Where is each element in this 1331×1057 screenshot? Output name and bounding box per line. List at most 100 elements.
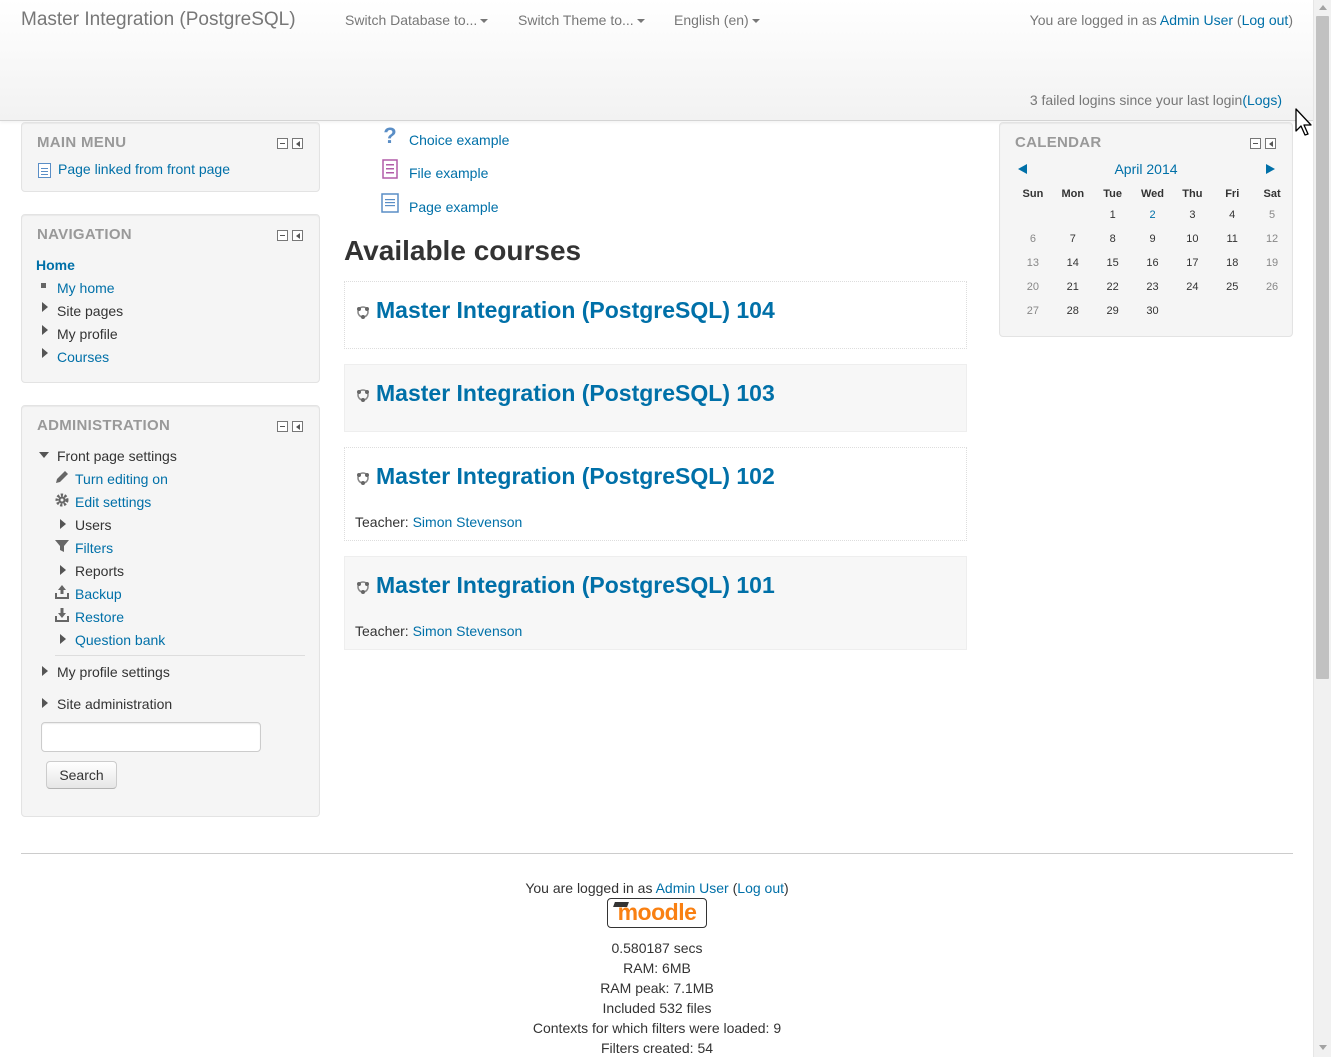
- footer-logout-link[interactable]: Log out: [737, 880, 784, 896]
- site-administration[interactable]: Site administration: [57, 696, 172, 712]
- gear-icon: [55, 493, 69, 507]
- calendar-day: [1252, 299, 1292, 323]
- front-page-settings[interactable]: Front page settings: [57, 448, 177, 464]
- block-title: Main menu: [37, 134, 127, 151]
- perf-stat: RAM: 6MB: [623, 960, 691, 976]
- course-box: Master Integration (PostgreSQL) 102 Teac…: [344, 447, 967, 541]
- calendar-day: [1053, 203, 1093, 227]
- my-profile-settings[interactable]: My profile settings: [57, 664, 170, 680]
- weekday-header: Wed: [1141, 188, 1165, 200]
- expand-arrow-icon[interactable]: [60, 519, 66, 529]
- scroll-up-icon[interactable]: [1319, 5, 1327, 10]
- dock-icon[interactable]: [292, 230, 303, 241]
- minimize-icon[interactable]: [277, 421, 288, 432]
- question-bank-link[interactable]: Question bank: [75, 632, 165, 648]
- backup-link[interactable]: Backup: [75, 586, 122, 602]
- nav-courses-link[interactable]: Courses: [57, 349, 109, 365]
- vertical-scrollbar[interactable]: [1313, 0, 1331, 1057]
- language-menu[interactable]: English (en): [674, 12, 760, 28]
- teacher-label: Teacher:: [355, 623, 413, 639]
- menu-label: Switch Theme to...: [518, 12, 634, 28]
- expand-arrow-icon[interactable]: [42, 698, 48, 708]
- logs-link[interactable]: (Logs): [1242, 92, 1282, 108]
- course-link[interactable]: Master Integration (PostgreSQL) 101: [376, 572, 775, 599]
- teacher-link[interactable]: Simon Stevenson: [413, 623, 523, 639]
- site-name[interactable]: Master Integration (PostgreSQL): [21, 9, 296, 31]
- minimize-icon[interactable]: [1250, 138, 1261, 149]
- users-node[interactable]: Users: [75, 517, 112, 533]
- next-month-icon[interactable]: [1266, 164, 1275, 174]
- turn-editing-on-link[interactable]: Turn editing on: [75, 471, 168, 487]
- calendar-day: 7: [1069, 233, 1076, 245]
- collapse-arrow-icon[interactable]: [39, 452, 49, 458]
- page-example-link[interactable]: Page example: [409, 199, 499, 215]
- footer-login-info: You are logged in as Admin User (Log out…: [525, 880, 789, 896]
- restore-icon: [55, 608, 69, 622]
- course-link[interactable]: Master Integration (PostgreSQL) 103: [376, 380, 775, 407]
- choice-example-link[interactable]: Choice example: [409, 132, 509, 148]
- calendar-week-row: 1 2 3 4 5: [1013, 203, 1292, 227]
- expand-arrow-icon[interactable]: [60, 634, 66, 644]
- calendar-day: 20: [1026, 281, 1040, 293]
- moodle-logo[interactable]: moodle: [607, 898, 707, 928]
- bullet-icon: [41, 283, 46, 288]
- expand-arrow-icon[interactable]: [42, 325, 48, 335]
- file-example-link[interactable]: File example: [409, 165, 488, 181]
- calendar-day: 28: [1066, 305, 1079, 317]
- weekday-header: Fri: [1225, 188, 1240, 200]
- expand-arrow-icon[interactable]: [42, 666, 48, 676]
- expand-arrow-icon[interactable]: [42, 302, 48, 312]
- footer-user-link[interactable]: Admin User: [656, 880, 729, 896]
- weekday-row: Sun Mon Tue Wed Thu Fri Sat: [1013, 185, 1292, 203]
- expand-arrow-icon[interactable]: [60, 565, 66, 575]
- teacher-label: Teacher:: [355, 514, 413, 530]
- calendar-day: 16: [1146, 257, 1159, 269]
- course-teacher: Teacher: Simon Stevenson: [355, 514, 522, 530]
- switch-database-menu[interactable]: Switch Database to...: [345, 12, 489, 28]
- calendar-day: [1013, 203, 1053, 227]
- calendar-day: 29: [1106, 305, 1119, 317]
- page-linked-from-front-page-link[interactable]: Page linked from front page: [58, 161, 230, 177]
- edit-settings-link[interactable]: Edit settings: [75, 494, 151, 510]
- calendar-day: 6: [1029, 233, 1036, 245]
- minimize-icon[interactable]: [277, 230, 288, 241]
- minimize-icon[interactable]: [277, 138, 288, 149]
- user-profile-link[interactable]: Admin User: [1160, 12, 1233, 28]
- search-button[interactable]: Search: [46, 761, 117, 789]
- calendar-week-row: 20 21 22 23 24 25 26: [1013, 275, 1292, 299]
- calendar-day[interactable]: 2: [1133, 203, 1173, 227]
- calendar-day: 18: [1226, 257, 1239, 269]
- calendar-week-row: 27 28 29 30: [1013, 299, 1292, 323]
- available-courses-heading: Available courses: [344, 235, 582, 266]
- admin-search-input[interactable]: [41, 722, 261, 752]
- logout-link[interactable]: Log out: [1242, 12, 1289, 28]
- reports-node[interactable]: Reports: [75, 563, 124, 579]
- course-box: Master Integration (PostgreSQL) 104: [344, 281, 967, 349]
- backup-icon: [55, 585, 69, 599]
- weekday-header: Tue: [1103, 188, 1123, 200]
- nav-home-link[interactable]: Home: [36, 257, 75, 273]
- calendar-day: 24: [1186, 281, 1199, 293]
- weekday-header: Sat: [1263, 188, 1281, 200]
- nav-my-home-link[interactable]: My home: [57, 280, 115, 296]
- restore-link[interactable]: Restore: [75, 609, 124, 625]
- divider: [55, 655, 305, 656]
- scroll-down-icon[interactable]: [1319, 1045, 1327, 1050]
- page-icon: [381, 193, 399, 213]
- course-link[interactable]: Master Integration (PostgreSQL) 104: [376, 297, 775, 324]
- dock-icon[interactable]: [292, 421, 303, 432]
- teacher-link[interactable]: Simon Stevenson: [413, 514, 523, 530]
- calendar-day: 14: [1066, 257, 1079, 269]
- dock-icon[interactable]: [1265, 138, 1276, 149]
- scrollbar-thumb[interactable]: [1316, 16, 1329, 679]
- expand-arrow-icon[interactable]: [42, 348, 48, 358]
- nav-my-profile[interactable]: My profile: [57, 326, 118, 342]
- calendar-month-link[interactable]: April 2014: [1000, 161, 1292, 177]
- dock-icon[interactable]: [292, 138, 303, 149]
- calendar-day: 12: [1265, 233, 1279, 245]
- login-info: You are logged in as Admin User (Log out…: [1029, 12, 1293, 28]
- filters-link[interactable]: Filters: [75, 540, 113, 556]
- switch-theme-menu[interactable]: Switch Theme to...: [518, 12, 645, 28]
- nav-site-pages[interactable]: Site pages: [57, 303, 123, 319]
- course-link[interactable]: Master Integration (PostgreSQL) 102: [376, 463, 775, 490]
